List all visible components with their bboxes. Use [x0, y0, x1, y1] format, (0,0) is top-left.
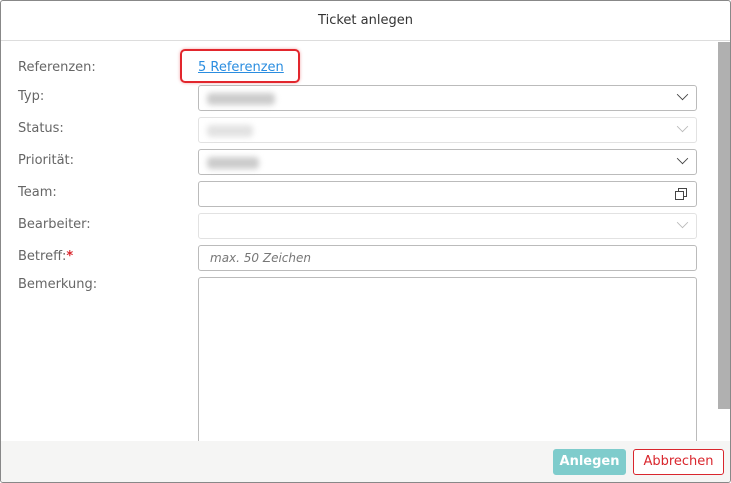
dialog-footer: Anlegen Abbrechen	[1, 441, 730, 482]
label-bearbeiter: Bearbeiter:	[18, 217, 91, 232]
prioritaet-select[interactable]	[198, 149, 697, 175]
label-prioritaet: Priorität:	[18, 153, 75, 168]
chevron-down-icon	[676, 152, 689, 165]
label-typ: Typ:	[18, 89, 45, 104]
typ-select[interactable]	[198, 85, 697, 111]
label-bemerkung: Bemerkung:	[18, 277, 98, 292]
referenzen-highlight: 5 Referenzen	[180, 49, 300, 83]
label-team: Team:	[18, 185, 57, 200]
label-betreff: Betreff:*	[18, 249, 74, 264]
bemerkung-textarea[interactable]	[198, 277, 697, 457]
chevron-down-icon	[676, 120, 689, 133]
anlegen-button[interactable]: Anlegen	[553, 449, 626, 475]
bearbeiter-select	[198, 213, 697, 239]
open-popup-icon[interactable]	[675, 188, 687, 200]
required-mark: *	[66, 249, 74, 264]
referenzen-link[interactable]: 5 Referenzen	[198, 60, 284, 75]
ticket-dialog: Ticket anlegen Referenzen: 5 Referenzen …	[0, 0, 731, 483]
status-select	[198, 117, 697, 143]
chevron-down-icon	[676, 88, 689, 101]
chevron-down-icon	[676, 216, 689, 229]
dialog-title: Ticket anlegen	[1, 1, 730, 41]
label-status: Status:	[18, 121, 64, 136]
betreff-placeholder: max. 50 Zeichen	[210, 251, 311, 265]
scrollbar[interactable]	[718, 42, 730, 409]
team-field[interactable]	[198, 181, 697, 207]
label-referenzen: Referenzen:	[18, 60, 96, 75]
betreff-input[interactable]: max. 50 Zeichen	[198, 245, 697, 271]
abbrechen-button[interactable]: Abbrechen	[633, 449, 724, 475]
